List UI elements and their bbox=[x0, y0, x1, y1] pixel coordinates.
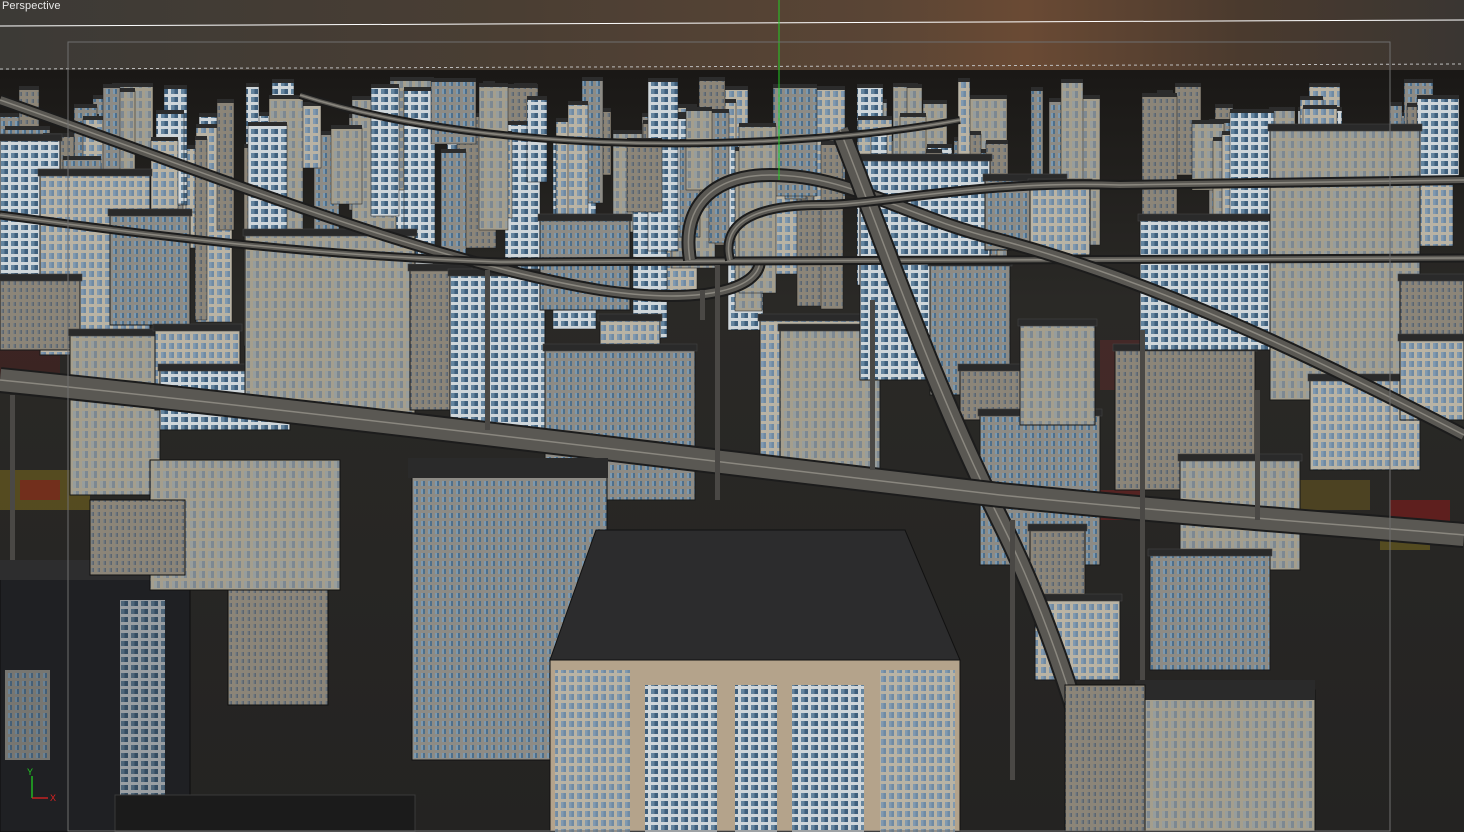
pillar bbox=[1140, 330, 1145, 680]
rooftop bbox=[114, 794, 416, 832]
building bbox=[244, 234, 416, 416]
pillar bbox=[715, 265, 720, 500]
pillar bbox=[10, 395, 15, 560]
pillar bbox=[700, 290, 705, 320]
pillar bbox=[870, 300, 875, 470]
far-building bbox=[216, 101, 235, 231]
axis-y-label: Y bbox=[27, 767, 33, 777]
far-building bbox=[370, 86, 400, 217]
building bbox=[1064, 684, 1146, 832]
safe-frame-top bbox=[0, 63, 1464, 70]
far-building bbox=[1416, 97, 1460, 183]
city-scene[interactable]: YX bbox=[0, 0, 1464, 832]
far-building bbox=[478, 85, 509, 231]
building bbox=[1149, 554, 1271, 671]
far-building bbox=[626, 140, 663, 213]
perspective-viewport[interactable]: YX Perspective bbox=[0, 0, 1464, 832]
building bbox=[1269, 129, 1421, 401]
far-building bbox=[685, 109, 713, 191]
rooftop bbox=[549, 529, 961, 661]
building bbox=[1019, 324, 1096, 426]
far-building bbox=[330, 127, 363, 205]
building bbox=[1139, 689, 1316, 832]
far-building bbox=[820, 143, 844, 310]
pillar bbox=[1255, 390, 1260, 520]
viewport-label[interactable]: Perspective bbox=[2, 0, 61, 13]
horizon-grid-line bbox=[0, 19, 1464, 27]
building bbox=[227, 584, 329, 706]
building bbox=[69, 334, 161, 496]
far-building bbox=[403, 89, 436, 250]
axis-x-label: X bbox=[50, 793, 56, 803]
pillar bbox=[1010, 520, 1015, 780]
pillar bbox=[485, 270, 490, 430]
building bbox=[89, 499, 186, 576]
building bbox=[449, 274, 546, 436]
